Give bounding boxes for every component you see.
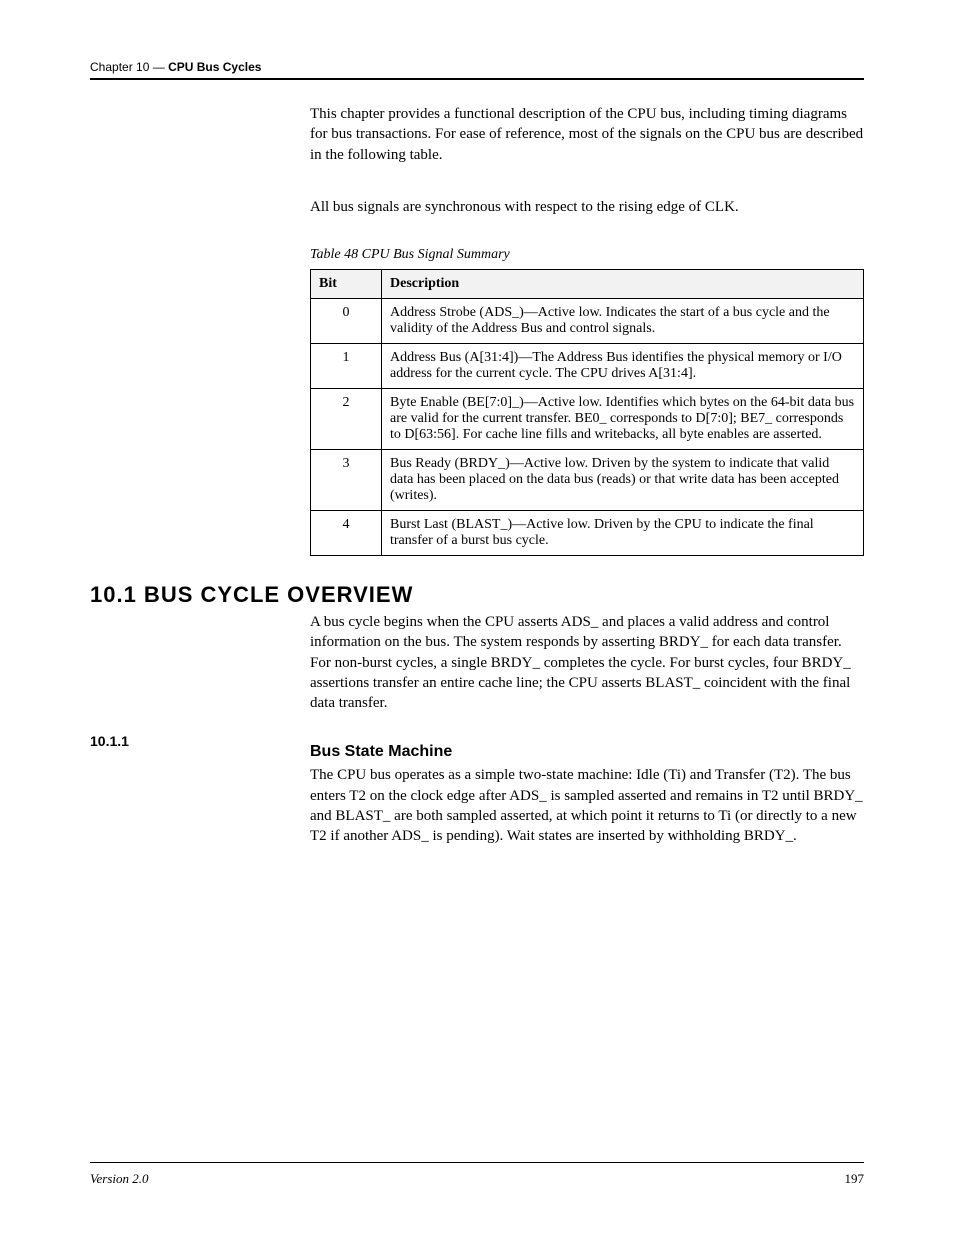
table-row: 0 Address Strobe (ADS_)—Active low. Indi…: [311, 299, 864, 344]
subsection-number: 10.1.1: [90, 731, 310, 864]
bus-signal-table: Bit Description 0 Address Strobe (ADS_)—…: [310, 269, 864, 556]
table-cell-bit: 4: [311, 511, 382, 556]
side-label-empty-1: [90, 104, 310, 183]
intro-para-1: This chapter provides a functional descr…: [310, 104, 864, 183]
table-wrapper: Table 48 CPU Bus Signal Summary Bit Desc…: [310, 235, 864, 556]
subsection-heading: Bus State Machine: [310, 743, 864, 761]
table-cell-desc: Byte Enable (BE[7:0]_)—Active low. Ident…: [382, 389, 864, 450]
intro-para-2: All bus signals are synchronous with res…: [310, 197, 864, 235]
table-cell-bit: 3: [311, 450, 382, 511]
para: The CPU bus operates as a simple two-sta…: [310, 765, 864, 846]
side-label-empty-4: [90, 612, 310, 731]
table-cell-desc: Bus Ready (BRDY_)—Active low. Driven by …: [382, 450, 864, 511]
subsection-row: 10.1.1 Bus State Machine The CPU bus ope…: [90, 731, 864, 864]
table-row: 1 Address Bus (A[31:4])—The Address Bus …: [311, 344, 864, 389]
footer-row: Version 2.0 197: [90, 1171, 864, 1187]
subsection-body: The CPU bus operates as a simple two-sta…: [310, 765, 864, 846]
subsection-content: Bus State Machine The CPU bus operates a…: [310, 731, 864, 864]
para: A bus cycle begins when the CPU asserts …: [310, 612, 864, 713]
table-header-row: Bit Description: [311, 270, 864, 299]
table-cell-desc: Burst Last (BLAST_)—Active low. Driven b…: [382, 511, 864, 556]
table-header-desc: Description: [382, 270, 864, 299]
table-cell-bit: 2: [311, 389, 382, 450]
side-label-empty-3: [90, 235, 310, 556]
page-header: Chapter 10 — CPU Bus Cycles: [90, 60, 864, 80]
breadcrumb: Chapter 10 — CPU Bus Cycles: [90, 60, 864, 74]
breadcrumb-title: CPU Bus Cycles: [168, 60, 261, 74]
table-row: 3 Bus Ready (BRDY_)—Active low. Driven b…: [311, 450, 864, 511]
footer-page: 197: [845, 1171, 865, 1187]
table-cell-desc: Address Strobe (ADS_)—Active low. Indica…: [382, 299, 864, 344]
section-body-row: A bus cycle begins when the CPU asserts …: [90, 612, 864, 731]
page: Chapter 10 — CPU Bus Cycles This chapter…: [0, 0, 954, 1235]
para: This chapter provides a functional descr…: [310, 104, 864, 165]
breadcrumb-separator: —: [153, 60, 168, 74]
table-cell-bit: 0: [311, 299, 382, 344]
footer-rule: [90, 1162, 864, 1163]
table-row: 4 Burst Last (BLAST_)—Active low. Driven…: [311, 511, 864, 556]
content: This chapter provides a functional descr…: [90, 104, 864, 864]
footer-version: Version 2.0: [90, 1171, 149, 1187]
table-caption: Table 48 CPU Bus Signal Summary: [310, 247, 864, 263]
para: All bus signals are synchronous with res…: [310, 197, 864, 217]
table-header-bit: Bit: [311, 270, 382, 299]
side-label-empty-2: [90, 197, 310, 235]
table-cell-bit: 1: [311, 344, 382, 389]
table-row: 2 Byte Enable (BE[7:0]_)—Active low. Ide…: [311, 389, 864, 450]
header-rule: [90, 78, 864, 80]
table-block: Table 48 CPU Bus Signal Summary Bit Desc…: [90, 235, 864, 556]
intro-block: This chapter provides a functional descr…: [90, 104, 864, 235]
page-footer: Version 2.0 197: [90, 1162, 864, 1187]
breadcrumb-chapter: Chapter 10: [90, 60, 149, 74]
section-heading: 10.1 BUS CYCLE OVERVIEW: [90, 582, 864, 608]
section-body: A bus cycle begins when the CPU asserts …: [310, 612, 864, 731]
table-cell-desc: Address Bus (A[31:4])—The Address Bus id…: [382, 344, 864, 389]
